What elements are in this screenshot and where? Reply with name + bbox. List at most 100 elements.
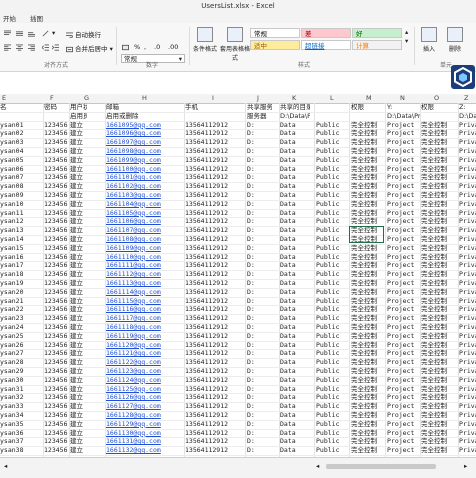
email-link[interactable]: 1661132@qq.com xyxy=(106,446,182,455)
table-cell[interactable]: ysan34 xyxy=(0,411,34,420)
horizontal-scrollbar[interactable] xyxy=(326,464,436,469)
table-cell[interactable]: Project xyxy=(387,235,420,244)
table-cell[interactable]: 13564112912 xyxy=(185,437,243,446)
table-cell[interactable]: 完全控制 xyxy=(421,253,458,262)
table-cell[interactable]: Project xyxy=(387,420,420,429)
table-cell[interactable]: 13564112912 xyxy=(185,341,243,350)
table-cell[interactable]: Priva xyxy=(459,209,476,218)
table-cell[interactable]: 完全控制 xyxy=(351,261,385,270)
table-cell[interactable]: Public xyxy=(316,129,348,138)
table-cell[interactable]: ysan17 xyxy=(0,261,34,270)
style-bad[interactable]: 差 xyxy=(301,28,351,38)
table-cell[interactable]: Project xyxy=(387,217,420,226)
table-cell[interactable]: 完全控制 xyxy=(421,305,458,314)
table-cell[interactable]: 123456 xyxy=(44,244,70,253)
table-cell[interactable]: 123456 xyxy=(44,446,70,455)
email-link[interactable]: 1661125@qq.com xyxy=(106,385,182,394)
table-cell[interactable]: Public xyxy=(316,270,348,279)
table-cell[interactable]: Data xyxy=(280,235,310,244)
table-cell[interactable]: 123456 xyxy=(44,226,70,235)
table-cell[interactable]: 123456 xyxy=(44,402,70,411)
table-cell[interactable]: ysan08 xyxy=(0,182,34,191)
table-cell[interactable]: D: xyxy=(247,358,272,367)
table-cell[interactable]: Data xyxy=(280,129,310,138)
email-link[interactable]: 1661122@qq.com xyxy=(106,358,182,367)
table-cell[interactable]: D: xyxy=(247,314,272,323)
table-cell[interactable]: 建立 xyxy=(70,297,87,306)
table-cell[interactable]: Priva xyxy=(459,420,476,429)
table-cell[interactable]: ysan10 xyxy=(0,200,34,209)
table-cell[interactable]: 完全控制 xyxy=(351,147,385,156)
tab-insert[interactable]: 插图 xyxy=(30,13,43,23)
table-cell[interactable]: 完全控制 xyxy=(351,332,385,341)
table-cell[interactable]: D: xyxy=(247,376,272,385)
table-cell[interactable]: 123456 xyxy=(44,235,70,244)
email-link[interactable]: 1661116@qq.com xyxy=(106,305,182,314)
table-cell[interactable]: D: xyxy=(247,253,272,262)
table-cell[interactable]: Priva xyxy=(459,253,476,262)
column-header[interactable]: J xyxy=(257,94,259,103)
table-cell[interactable]: Project xyxy=(387,226,420,235)
table-cell[interactable]: 建立 xyxy=(70,305,87,314)
table-cell[interactable]: Priva xyxy=(459,270,476,279)
table-cell[interactable]: Data xyxy=(280,191,310,200)
header-cell[interactable]: 密码 xyxy=(44,103,70,112)
email-link[interactable]: 1661111@qq.com xyxy=(106,261,182,270)
table-cell[interactable]: Public xyxy=(316,156,348,165)
email-link[interactable]: 1661114@qq.com xyxy=(106,288,182,297)
delete-cells-button[interactable]: 删除 xyxy=(444,27,466,53)
table-cell[interactable]: Priva xyxy=(459,349,476,358)
table-cell[interactable]: Project xyxy=(387,446,420,455)
table-cell[interactable]: D: xyxy=(247,129,272,138)
table-cell[interactable]: 13564112912 xyxy=(185,385,243,394)
table-cell[interactable]: Project xyxy=(387,270,420,279)
table-cell[interactable]: 建立 xyxy=(70,235,87,244)
column-header[interactable]: H xyxy=(142,94,147,103)
table-cell[interactable]: ysan25 xyxy=(0,332,34,341)
table-cell[interactable]: 建立 xyxy=(70,121,87,130)
table-cell[interactable]: 123456 xyxy=(44,305,70,314)
table-cell[interactable]: 完全控制 xyxy=(421,217,458,226)
tab-home[interactable]: 开始 xyxy=(3,13,16,23)
table-cell[interactable]: Public xyxy=(316,376,348,385)
currency-icon[interactable] xyxy=(122,43,131,51)
table-cell[interactable]: Priva xyxy=(459,244,476,253)
table-cell[interactable]: 123456 xyxy=(44,341,70,350)
table-cell[interactable]: 建立 xyxy=(70,182,87,191)
email-link[interactable]: 1661103@qq.com xyxy=(106,191,182,200)
table-cell[interactable]: D: xyxy=(247,341,272,350)
table-cell[interactable]: 建立 xyxy=(70,446,87,455)
table-cell[interactable]: 完全控制 xyxy=(351,182,385,191)
table-cell[interactable]: 完全控制 xyxy=(351,209,385,218)
table-cell[interactable]: 建立 xyxy=(70,437,87,446)
table-cell[interactable]: 13564112912 xyxy=(185,358,243,367)
table-cell[interactable]: D: xyxy=(247,270,272,279)
table-cell[interactable]: Project xyxy=(387,147,420,156)
table-cell[interactable]: 13564112912 xyxy=(185,121,243,130)
table-cell[interactable]: 13564112912 xyxy=(185,244,243,253)
table-cell[interactable]: D: xyxy=(247,279,272,288)
table-cell[interactable]: Public xyxy=(316,200,348,209)
table-cell[interactable]: 123456 xyxy=(44,121,70,130)
table-cell[interactable]: Data xyxy=(280,156,310,165)
table-cell[interactable]: ysan04 xyxy=(0,147,34,156)
table-cell[interactable]: D: xyxy=(247,226,272,235)
table-cell[interactable]: Public xyxy=(316,332,348,341)
table-cell[interactable]: 123456 xyxy=(44,323,70,332)
table-cell[interactable]: Data xyxy=(280,420,310,429)
table-cell[interactable]: ysan22 xyxy=(0,305,34,314)
column-header[interactable]: E xyxy=(2,94,6,103)
table-cell[interactable]: 完全控制 xyxy=(351,156,385,165)
table-cell[interactable]: ysan24 xyxy=(0,323,34,332)
align-right-icon[interactable] xyxy=(28,43,37,51)
table-cell[interactable]: 建立 xyxy=(70,200,87,209)
table-cell[interactable]: Priva xyxy=(459,288,476,297)
table-cell[interactable]: Data xyxy=(280,341,310,350)
header-cell[interactable]: 服务器 xyxy=(247,112,272,121)
table-cell[interactable]: D: xyxy=(247,323,272,332)
table-cell[interactable]: Priva xyxy=(459,217,476,226)
table-cell[interactable]: Project xyxy=(387,358,420,367)
table-cell[interactable]: 123456 xyxy=(44,385,70,394)
table-cell[interactable]: ysan03 xyxy=(0,138,34,147)
header-cell[interactable]: 权限 xyxy=(421,103,458,112)
